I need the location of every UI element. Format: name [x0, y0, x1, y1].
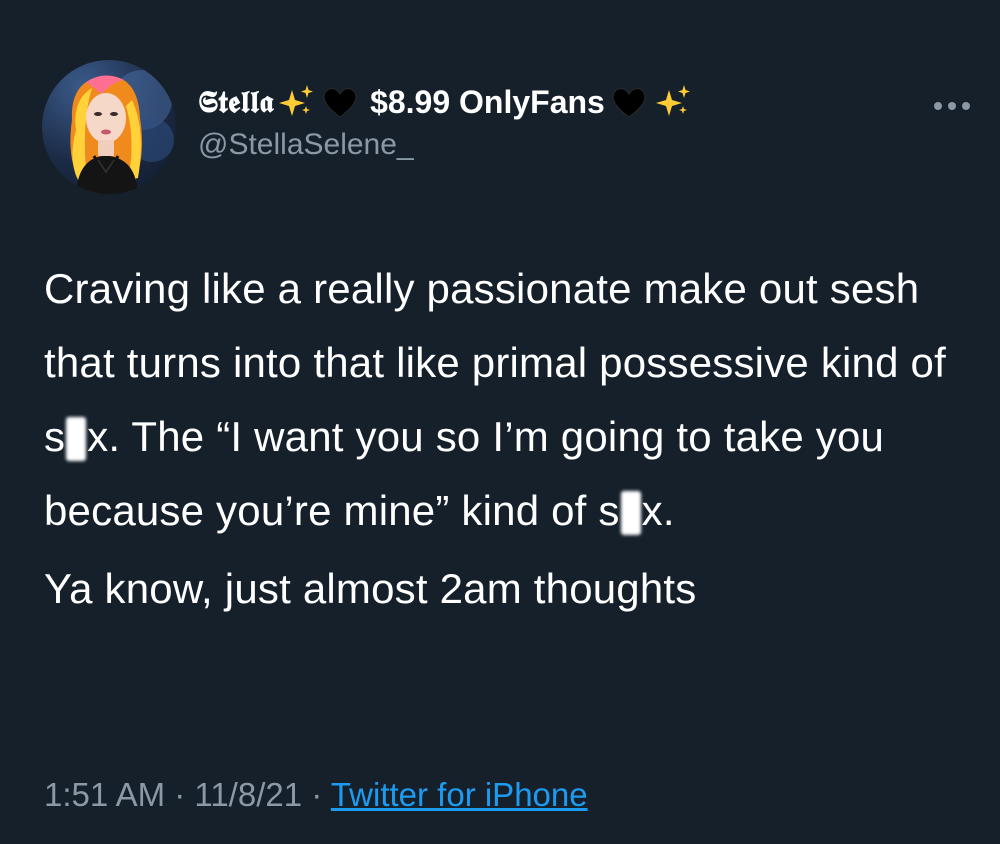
tweet-time[interactable]: 1:51 AM [44, 776, 165, 813]
meta-separator: · [311, 776, 323, 813]
avatar[interactable] [42, 60, 176, 194]
tweet-source-link[interactable]: Twitter for iPhone [331, 776, 588, 813]
tweet-date[interactable]: 11/8/21 [194, 776, 302, 813]
name-suffix: $8.99 OnlyFans [370, 83, 605, 120]
tweet-meta: 1:51 AM · 11/8/21 · Twitter for iPhone [44, 776, 588, 814]
black-heart-icon [609, 82, 649, 122]
more-options-icon[interactable] [930, 98, 974, 114]
author-name-row[interactable]: 𝕾𝖙𝖊𝖑𝖑𝖆 $8.99 OnlyFans [198, 78, 918, 126]
author-handle[interactable]: @StellaSelene_ [198, 128, 918, 162]
tweet-body: Craving like a really passionate make ou… [44, 252, 974, 626]
black-heart-icon [320, 82, 360, 122]
avatar-image [70, 70, 174, 194]
sparkles-icon [276, 82, 316, 122]
display-name[interactable]: 𝕾𝖙𝖊𝖑𝖑𝖆 [198, 85, 274, 120]
tweet-paragraph-2: Ya know, just almost 2am thoughts [44, 565, 697, 612]
censor-mark [66, 417, 87, 461]
meta-separator: · [174, 776, 186, 813]
tweet-text-segment: x. [641, 487, 675, 534]
tweet-text-segment: x. The “I want you so I’m going to take … [44, 413, 885, 534]
tweet: 𝕾𝖙𝖊𝖑𝖑𝖆 $8.99 OnlyFans @StellaSelene_ Cra… [0, 0, 1000, 844]
censor-mark [620, 491, 641, 535]
tweet-header: 𝕾𝖙𝖊𝖑𝖑𝖆 $8.99 OnlyFans @StellaSelene_ [198, 78, 918, 162]
tweet-paragraph-1: Craving like a really passionate make ou… [44, 252, 974, 548]
sparkles-icon [653, 82, 693, 122]
